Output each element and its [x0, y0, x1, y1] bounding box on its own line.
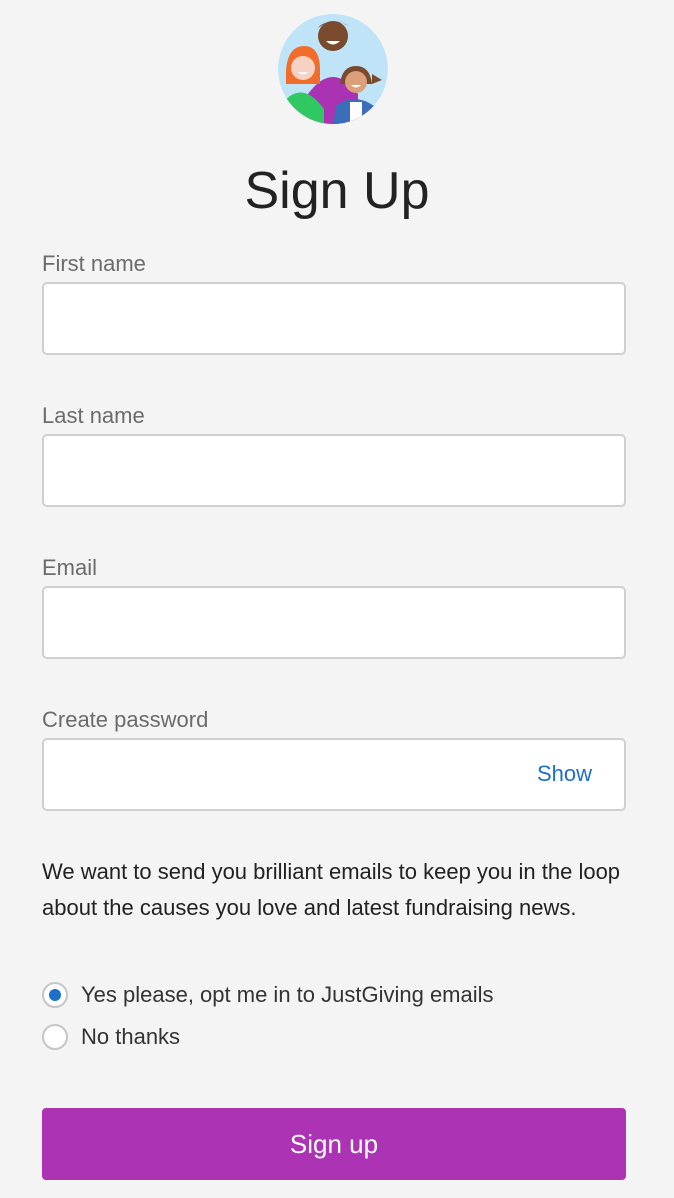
sign-up-button[interactable]: Sign up: [42, 1108, 626, 1180]
first-name-input[interactable]: [42, 282, 626, 355]
opt-in-no-radio[interactable]: [42, 1024, 68, 1050]
first-name-label: First name: [42, 251, 146, 276]
email-label: Email: [42, 555, 98, 580]
email-input[interactable]: [42, 586, 626, 659]
show-password-toggle[interactable]: Show: [537, 760, 592, 788]
marketing-intro-text: We want to send you brilliant emails to …: [42, 859, 621, 920]
page-title: Sign Up: [244, 162, 430, 220]
last-name-label: Last name: [42, 403, 145, 428]
people-group-icon: [278, 14, 388, 124]
opt-in-yes-radio[interactable]: [42, 982, 68, 1008]
last-name-input[interactable]: [42, 434, 626, 507]
opt-in-no-label[interactable]: No thanks: [81, 1023, 180, 1051]
opt-in-yes-option[interactable]: Yes please, opt me in to JustGiving emai…: [42, 980, 494, 1010]
opt-in-yes-label[interactable]: Yes please, opt me in to JustGiving emai…: [81, 981, 494, 1009]
signup-page: Sign Up First name Last name Email Creat…: [0, 0, 674, 1198]
opt-in-no-option[interactable]: No thanks: [42, 1022, 180, 1052]
password-label: Create password: [42, 707, 209, 732]
